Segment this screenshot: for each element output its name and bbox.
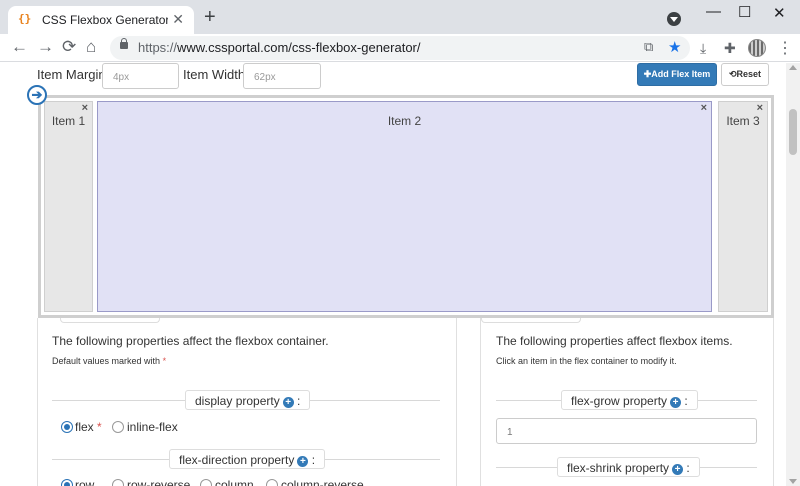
plus-circle-icon[interactable]: + <box>672 464 684 475</box>
url-host-path: www.cssportal.com/css-flexbox-generator/ <box>177 40 421 55</box>
flex-item-label: Item 2 <box>387 114 422 128</box>
home-icon[interactable]: ⌂ <box>86 37 96 57</box>
flex-container-preview[interactable]: × Item 1 × Item 2 × Item 3 <box>38 95 774 318</box>
plus-circle-icon[interactable]: + <box>297 456 309 467</box>
back-icon[interactable]: ← <box>11 37 28 57</box>
item-close-icon[interactable]: × <box>701 102 707 114</box>
container-panel-note: Default values marked with * <box>52 356 166 366</box>
page-scrollbar[interactable] <box>786 63 800 486</box>
tab-close-icon[interactable]: ✕ <box>172 11 184 28</box>
flex-direction-column-reverse-radio[interactable] <box>266 479 278 486</box>
forward-icon[interactable]: → <box>37 37 54 57</box>
page-content: Item Margin 4px Item Width 62px ✚Add Fle… <box>0 63 786 486</box>
maximize-icon[interactable]: ☐ <box>738 3 751 21</box>
flex-direction-row-reverse-label: row-reverse <box>127 478 191 486</box>
flex-direction-column-label: column <box>215 478 254 486</box>
download-icon[interactable]: ⤓ <box>700 40 706 57</box>
container-panel-lead: The following properties affect the flex… <box>52 334 329 348</box>
flex-direction-column-radio[interactable] <box>200 479 212 486</box>
item-width-input[interactable]: 62px <box>243 63 321 89</box>
flex-direction-property-title: flex-direction property <box>179 453 295 467</box>
plus-circle-icon[interactable]: + <box>670 397 682 408</box>
display-property-header: display property + : <box>185 390 311 410</box>
display-flex-radio[interactable] <box>61 421 73 433</box>
option-text: flex <box>75 420 94 434</box>
item-close-icon[interactable]: × <box>82 102 88 114</box>
reload-icon[interactable]: ⟳ <box>62 37 76 57</box>
item-width-label: Item Width <box>183 67 246 82</box>
plus-circle-icon[interactable]: + <box>282 397 294 408</box>
flex-shrink-property-header: flex-shrink property + : <box>557 457 700 477</box>
flex-item-label: Item 3 <box>726 114 760 128</box>
flex-direction-column-reverse-label: column-reverse <box>281 478 364 486</box>
chrome-menu-icon[interactable]: ⋮ <box>777 38 793 58</box>
items-panel-note: Click an item in the flex container to m… <box>496 356 677 366</box>
extensions-icon[interactable]: ✚ <box>724 40 736 57</box>
items-panel-lead: The following properties affect flexbox … <box>496 334 733 348</box>
address-bar[interactable]: https://www.cssportal.com/css-flexbox-ge… <box>110 36 690 60</box>
bookmark-star-icon[interactable]: ★ <box>668 38 681 56</box>
profile-avatar[interactable] <box>748 39 766 57</box>
reset-button[interactable]: ⟲Reset <box>721 63 769 86</box>
new-tab-icon[interactable]: + <box>204 7 216 27</box>
display-flex-label: flex * <box>75 420 102 434</box>
panel-tab <box>481 318 581 323</box>
browser-toolbar: ← → ⟳ ⌂ https://www.cssportal.com/css-fl… <box>0 34 800 62</box>
display-inline-flex-label: inline-flex <box>127 420 178 434</box>
flex-grow-property-title: flex-grow property <box>571 394 668 408</box>
flex-direction-row-reverse-radio[interactable] <box>112 479 124 486</box>
profile-menu-icon[interactable] <box>667 12 681 26</box>
display-inline-flex-radio[interactable] <box>112 421 124 433</box>
close-window-icon[interactable]: ✕ <box>773 4 786 22</box>
add-flex-item-button[interactable]: ✚Add Flex Item <box>637 63 717 86</box>
flex-shrink-property-title: flex-shrink property <box>567 461 670 475</box>
translate-icon[interactable]: ⧉ <box>644 39 653 55</box>
scroll-up-icon[interactable] <box>789 65 797 70</box>
asterisk-marker: * <box>97 420 102 434</box>
flex-direction-property-header: flex-direction property + : <box>169 449 326 469</box>
display-property-title: display property <box>195 394 280 408</box>
item-margin-input[interactable]: 4px <box>102 63 179 89</box>
minimize-icon[interactable]: — <box>706 3 721 20</box>
browser-tab-bar: {} CSS Flexbox Generator - CSS Portal ✕ … <box>0 0 800 34</box>
panel-tab <box>60 318 160 323</box>
scroll-thumb[interactable] <box>789 109 797 155</box>
sidebar-toggle-icon[interactable]: ➔ <box>27 85 47 105</box>
flex-grow-input[interactable]: 1 <box>496 418 757 444</box>
defaults-note-text: Default values marked with <box>52 356 161 366</box>
tab-title: CSS Flexbox Generator - CSS Portal <box>42 13 168 27</box>
scroll-down-icon[interactable] <box>789 479 797 484</box>
url-scheme: https:// <box>138 40 178 55</box>
lock-icon[interactable] <box>120 38 128 49</box>
url-text: https://www.cssportal.com/css-flexbox-ge… <box>138 40 421 55</box>
flex-direction-row-radio[interactable] <box>61 479 73 486</box>
item-margin-label: Item Margin <box>37 67 106 82</box>
flex-direction-row-label: row <box>75 478 95 486</box>
flex-item-1[interactable]: × Item 1 <box>44 101 93 312</box>
favicon-icon: {} <box>18 12 32 25</box>
flex-item-3[interactable]: × Item 3 <box>718 101 768 312</box>
asterisk-marker: * <box>162 356 167 366</box>
flex-item-2[interactable]: × Item 2 <box>97 101 712 312</box>
item-close-icon[interactable]: × <box>757 102 763 114</box>
browser-tab[interactable]: {} CSS Flexbox Generator - CSS Portal ✕ <box>8 6 194 34</box>
flex-item-label: Item 1 <box>51 114 86 128</box>
flex-grow-property-header: flex-grow property + : <box>561 390 698 410</box>
